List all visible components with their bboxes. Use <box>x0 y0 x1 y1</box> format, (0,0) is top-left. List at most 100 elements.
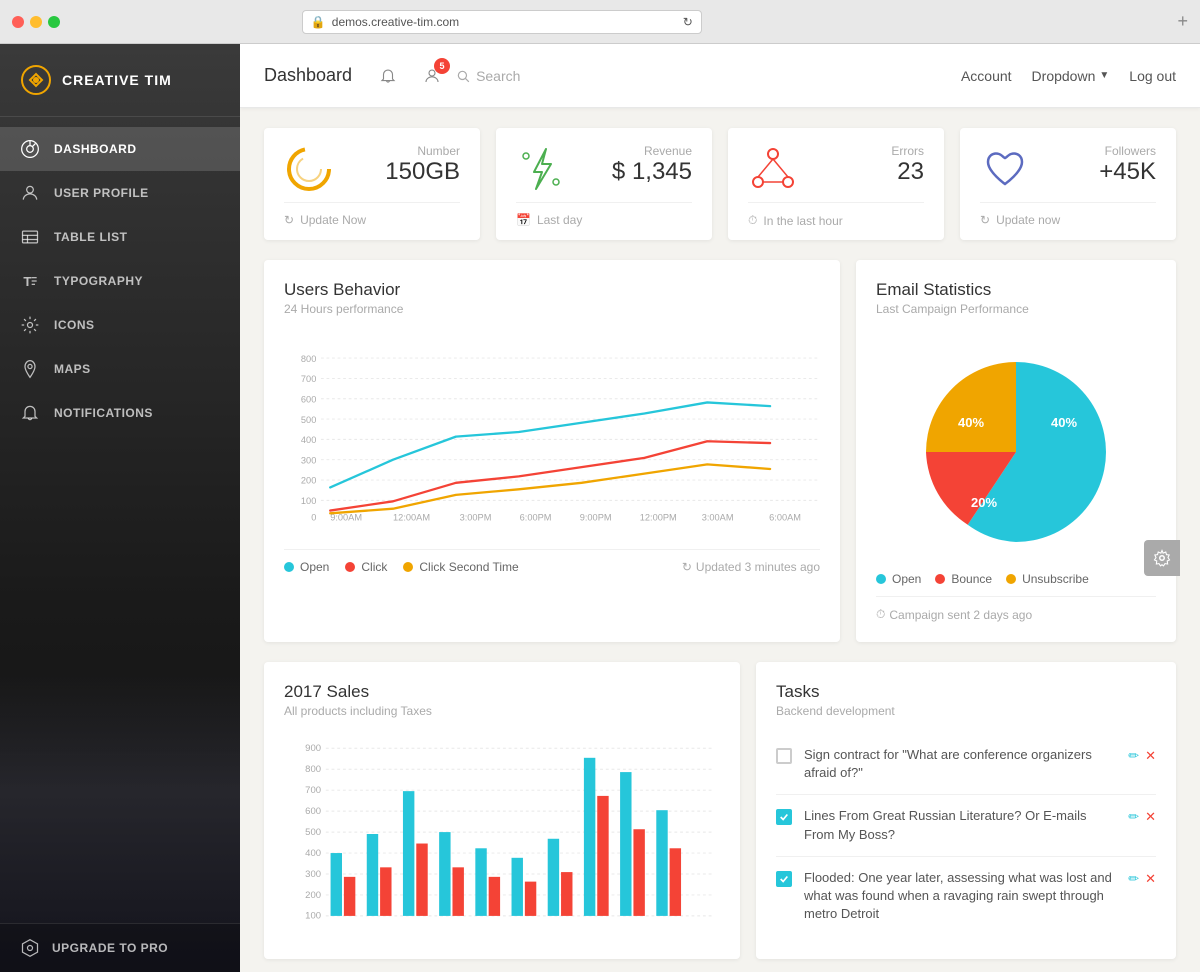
chart-update: ↻ Updated 3 minutes ago <box>682 560 820 574</box>
checkmark-icon-1 <box>779 812 789 822</box>
sidebar-content: CREATIVE TIM DASHBOARD <box>0 44 240 972</box>
main-content: Dashboard 5 <box>240 44 1200 972</box>
sidebar-logo[interactable]: CREATIVE TIM <box>0 44 240 117</box>
svg-text:600: 600 <box>301 394 316 404</box>
svg-text:0: 0 <box>311 513 316 523</box>
email-legend-unsub: Unsubscribe <box>1006 572 1089 586</box>
stats-row: Number 150GB ↻ Update Now <box>264 128 1176 240</box>
icons-label: ICONS <box>54 318 95 332</box>
svg-text:3:00AM: 3:00AM <box>702 513 734 523</box>
task-delete-2[interactable]: ✕ <box>1145 871 1156 887</box>
svg-text:100: 100 <box>301 496 316 506</box>
email-stats-title: Email Statistics <box>876 280 1156 300</box>
task-delete-1[interactable]: ✕ <box>1145 809 1156 825</box>
svg-text:800: 800 <box>301 354 316 364</box>
table-list-icon <box>20 227 40 247</box>
email-label-open: Open <box>892 572 921 586</box>
app-container: CREATIVE TIM DASHBOARD <box>0 44 1200 972</box>
close-dot[interactable] <box>12 16 24 28</box>
email-footer-text: ⏱ Campaign sent 2 days ago <box>876 607 1156 622</box>
email-legend-bounce: Bounce <box>935 572 992 586</box>
task-checkbox-2[interactable] <box>776 871 792 887</box>
notify-btn-2[interactable]: 5 <box>416 60 448 92</box>
task-checkbox-1[interactable] <box>776 809 792 825</box>
sidebar-item-table-list[interactable]: TABLE LIST <box>0 215 240 259</box>
minimize-dot[interactable] <box>30 16 42 28</box>
stat-label-3: Followers <box>1099 144 1156 158</box>
account-link[interactable]: Account <box>961 68 1012 84</box>
sidebar-item-icons[interactable]: ICONS <box>0 303 240 347</box>
stat-value-3: +45K <box>1099 158 1156 186</box>
svg-text:40%: 40% <box>958 415 984 430</box>
fullscreen-dot[interactable] <box>48 16 60 28</box>
legend-open: Open <box>284 560 329 574</box>
notification-badge: 5 <box>434 58 450 74</box>
stat-card-revenue: Revenue $ 1,345 📅 Last day <box>496 128 712 240</box>
tasks-title: Tasks <box>776 682 1156 702</box>
heart-icon <box>980 144 1030 194</box>
upgrade-button[interactable]: UPGRADE TO PRO <box>0 923 240 972</box>
stat-footer-3: ↻ Update now <box>980 202 1156 227</box>
logout-link[interactable]: Log out <box>1129 68 1176 84</box>
search-bar[interactable]: Search <box>456 68 520 84</box>
tasks-subtitle: Backend development <box>776 704 1156 718</box>
svg-text:3:00PM: 3:00PM <box>460 513 492 523</box>
task-delete-0[interactable]: ✕ <box>1145 748 1156 764</box>
typography-label: TYPOGRAPHY <box>54 274 143 288</box>
task-actions-0: ✏ ✕ <box>1128 748 1156 764</box>
svg-text:100: 100 <box>305 911 321 922</box>
sidebar-item-dashboard[interactable]: DASHBOARD <box>0 127 240 171</box>
sidebar-item-typography[interactable]: T TYPOGRAPHY <box>0 259 240 303</box>
upgrade-label: UPGRADE TO PRO <box>52 941 168 955</box>
notify-btn-1[interactable] <box>372 60 404 92</box>
browser-traffic-lights <box>12 16 60 28</box>
email-footer-label: Campaign sent 2 days ago <box>889 608 1032 622</box>
header: Dashboard 5 <box>240 44 1200 108</box>
sidebar-nav: DASHBOARD USER PROFILE <box>0 117 240 923</box>
users-behavior-title: Users Behavior <box>284 280 820 300</box>
stat-footer-text-1: Last day <box>537 213 582 227</box>
maps-icon <box>20 359 40 379</box>
svg-text:200: 200 <box>305 890 321 901</box>
svg-text:500: 500 <box>301 415 316 425</box>
stat-footer-0: ↻ Update Now <box>284 202 460 227</box>
task-edit-0[interactable]: ✏ <box>1128 748 1139 764</box>
lock-icon: 🔒 <box>311 15 326 29</box>
url-bar[interactable]: 🔒 demos.creative-tim.com ↻ <box>302 10 702 34</box>
stat-card-number: Number 150GB ↻ Update Now <box>264 128 480 240</box>
task-actions-2: ✏ ✕ <box>1128 871 1156 887</box>
sidebar-item-user-profile[interactable]: USER PROFILE <box>0 171 240 215</box>
pie-chart: 40% 20% 40% <box>916 352 1116 552</box>
svg-text:500: 500 <box>305 827 321 838</box>
svg-text:800: 800 <box>305 764 321 775</box>
logo-icon <box>20 64 52 96</box>
svg-text:300: 300 <box>301 455 316 465</box>
sidebar-item-notifications[interactable]: NOTIFICATIONS <box>0 391 240 435</box>
task-checkbox-0[interactable] <box>776 748 792 764</box>
svg-text:20%: 20% <box>971 495 997 510</box>
dashboard-icon <box>20 139 40 159</box>
legend-click: Click <box>345 560 387 574</box>
svg-text:400: 400 <box>301 435 316 445</box>
svg-text:40%: 40% <box>1051 415 1077 430</box>
dashboard-label: DASHBOARD <box>54 142 137 156</box>
dropdown-button[interactable]: Dropdown ▼ <box>1032 68 1110 84</box>
icons-nav-icon <box>20 315 40 335</box>
email-dot-open <box>876 574 886 584</box>
gear-button[interactable] <box>1144 540 1180 576</box>
email-label-bounce: Bounce <box>951 572 992 586</box>
sidebar-item-maps[interactable]: MAPS <box>0 347 240 391</box>
pie-chart-container: 40% 20% 40% <box>876 332 1156 572</box>
reload-icon[interactable]: ↻ <box>683 15 693 29</box>
task-edit-2[interactable]: ✏ <box>1128 871 1139 887</box>
update-icon: ↻ <box>682 560 692 574</box>
new-tab-button[interactable]: + <box>1177 11 1188 32</box>
table-list-label: TABLE LIST <box>54 230 127 244</box>
task-edit-1[interactable]: ✏ <box>1128 809 1139 825</box>
donut-icon <box>284 144 334 194</box>
email-dot-unsub <box>1006 574 1016 584</box>
svg-text:700: 700 <box>301 374 316 384</box>
url-text: demos.creative-tim.com <box>332 15 459 29</box>
svg-text:700: 700 <box>305 785 321 796</box>
task-actions-1: ✏ ✕ <box>1128 809 1156 825</box>
